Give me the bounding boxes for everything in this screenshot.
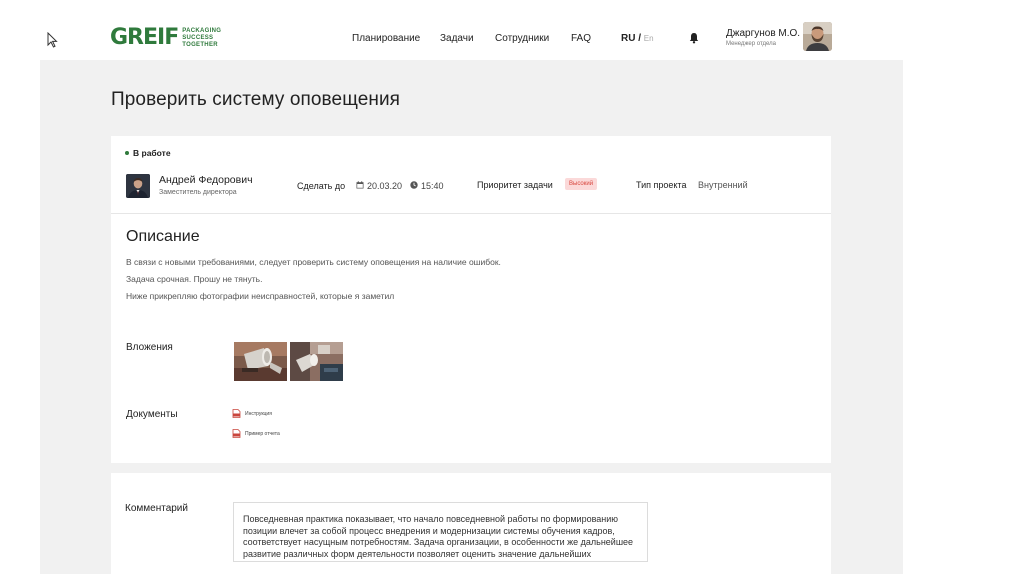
page-title: Проверить систему оповещения [111,89,401,110]
logo-wordmark: GREIF [110,25,179,50]
user-role: Менеджер отдела [726,41,777,47]
lang-en[interactable]: En [644,34,654,43]
greif-logo[interactable]: GREIF PACKAGING SUCCESS TOGETHER [110,27,221,49]
mouse-cursor-icon [47,32,58,48]
lang-separator: / [638,33,642,44]
author-name: Андрей Федорович [159,174,253,186]
author-avatar[interactable] [126,174,150,198]
document-name: Инструкция [245,410,272,417]
document-item[interactable]: Пример отчета [232,429,280,438]
attachments-label: Вложения [126,342,173,353]
author-role: Заместитель директора [159,189,237,196]
description-title: Описание [126,228,200,245]
due-label: Сделать до [297,181,346,191]
user-name[interactable]: Джаргунов М.О. [726,28,800,39]
user-avatar[interactable] [803,22,832,51]
project-type-label: Тип проекта [636,180,687,190]
document-item[interactable]: Инструкция [232,409,272,418]
due-time: 15:40 [421,181,444,191]
calendar-icon [356,181,364,189]
pdf-file-icon [232,429,241,438]
due-date: 20.03.20 [367,181,403,191]
document-name: Пример отчета [245,430,280,437]
description-line: Ниже прикрепляю фотографии неисправносте… [126,291,395,301]
comment-label: Комментарий [125,503,188,514]
language-switcher: RU / En [621,33,654,44]
documents-label: Документы [126,409,178,420]
nav-item-employees[interactable]: Сотрудники [495,33,549,44]
status-label: В работе [133,148,171,158]
attachment-thumbnail[interactable] [290,342,343,381]
nav-item-faq[interactable]: FAQ [571,33,591,44]
clock-icon [410,181,418,189]
description-line: Задача срочная. Прошу не тянуть. [126,274,263,284]
comment-textarea[interactable]: Повседневная практика показывает, что на… [233,502,648,562]
attachment-thumbnail[interactable] [234,342,287,381]
pdf-file-icon [232,409,241,418]
description-line: В связи с новыми требованиями, следует п… [126,257,501,267]
priority-label: Приоритет задачи [477,180,553,190]
status-dot-icon [125,151,129,155]
card-divider [111,213,831,214]
logo-tagline: PACKAGING SUCCESS TOGETHER [182,27,222,48]
top-header: GREIF PACKAGING SUCCESS TOGETHER Планиро… [0,0,1024,60]
nav-item-tasks[interactable]: Задачи [440,33,474,44]
nav-item-planning[interactable]: Планирование [352,33,420,44]
lang-ru[interactable]: RU [621,33,635,44]
project-type-value: Внутренний [698,180,748,190]
comment-text: Повседневная практика показывает, что на… [243,514,634,559]
bell-icon[interactable] [688,32,700,44]
priority-badge: Высокий [565,178,598,190]
